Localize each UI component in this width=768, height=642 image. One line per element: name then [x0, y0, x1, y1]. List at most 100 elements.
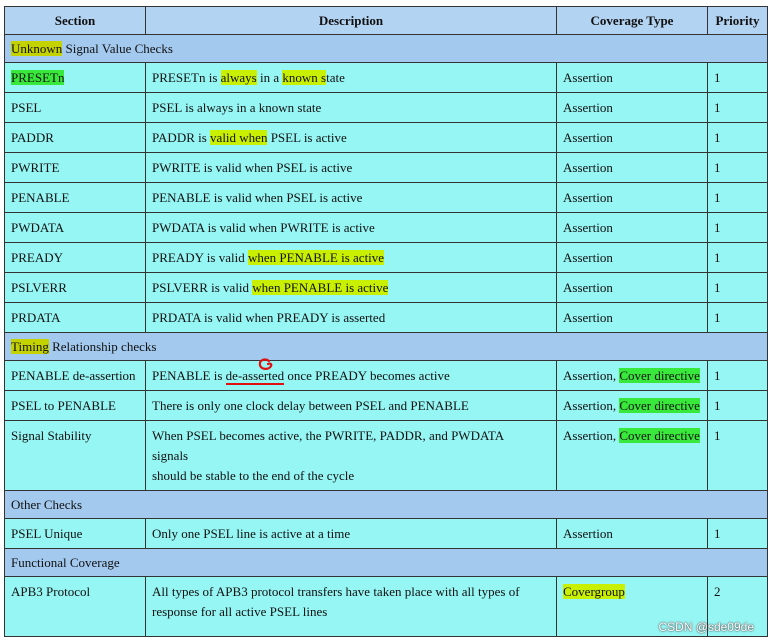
desc-part: PENABLE is	[152, 368, 226, 383]
cell-coverage: Assertion, Cover directive	[556, 360, 708, 391]
table-row-pslverr: PSLVERR PSLVERR is valid when PENABLE is…	[4, 272, 768, 303]
coverage-table: Section Description Coverage Type Priori…	[4, 6, 768, 637]
table-row-presetn: PRESETn PRESETn is always in a known sta…	[4, 62, 768, 93]
table-row-psel-to-penable: PSEL to PENABLE There is only one clock …	[4, 390, 768, 421]
desc-part: PSEL is active	[267, 130, 347, 145]
header-row: Section Description Coverage Type Priori…	[4, 6, 768, 35]
cell-description: PADDR is valid when PSEL is active	[145, 122, 557, 153]
group-row-functional: Functional Coverage	[4, 548, 768, 577]
table-row-penable: PENABLE PENABLE is valid when PSEL is ac…	[4, 182, 768, 213]
table-row-penable-deassertion: PENABLE de-assertion PENABLE is de-asser…	[4, 360, 768, 391]
cell-section: PREADY	[4, 242, 146, 273]
desc-part: PRESETn is	[152, 70, 221, 85]
coverage-part: Assertion,	[563, 368, 620, 383]
red-underline-annotation: de-asserted	[225, 368, 285, 385]
desc-part: PREADY is valid	[152, 250, 248, 265]
cell-priority: 1	[707, 182, 768, 213]
highlight: always	[220, 70, 257, 85]
table-row-psel: PSEL PSEL is always in a known state Ass…	[4, 92, 768, 123]
cell-section: PSEL Unique	[4, 518, 146, 549]
group-label-other: Other Checks	[4, 490, 768, 519]
table-row-paddr: PADDR PADDR is valid when PSEL is active…	[4, 122, 768, 153]
cell-coverage: Assertion	[556, 62, 708, 93]
cell-description: PRESETn is always in a known state	[145, 62, 557, 93]
desc-line: signals	[152, 448, 189, 463]
cell-section: PADDR	[4, 122, 146, 153]
cell-coverage: Assertion	[556, 152, 708, 183]
highlight: Covergroup	[563, 584, 625, 599]
table-row-apb3-protocol: APB3 Protocol All types of APB3 protocol…	[4, 576, 768, 637]
table-row-pwrite: PWRITE PWRITE is valid when PSEL is acti…	[4, 152, 768, 183]
highlight: Unknown	[11, 40, 63, 56]
table-row-pready: PREADY PREADY is valid when PENABLE is a…	[4, 242, 768, 273]
cell-coverage: Assertion	[556, 92, 708, 123]
cell-coverage: Assertion	[556, 302, 708, 333]
cell-description: PRDATA is valid when PREADY is asserted	[145, 302, 557, 333]
cell-section: PSLVERR	[4, 272, 146, 303]
highlight: Cover directive	[619, 368, 700, 383]
cell-description: PREADY is valid when PENABLE is active	[145, 242, 557, 273]
cell-coverage: Assertion	[556, 518, 708, 549]
highlight: Cover directive	[619, 428, 700, 443]
group-label-rest: Relationship checks	[48, 338, 157, 354]
header-priority: Priority	[707, 6, 768, 35]
red-scribble-annotation	[258, 358, 273, 370]
cell-section: PWRITE	[4, 152, 146, 183]
cell-description: There is only one clock delay between PS…	[145, 390, 557, 421]
cell-description: PSLVERR is valid when PENABLE is active	[145, 272, 557, 303]
cell-priority: 1	[707, 122, 768, 153]
cell-section: PENABLE	[4, 182, 146, 213]
cell-section: PRESETn	[4, 62, 146, 93]
highlight: known s	[282, 70, 327, 85]
group-label-functional: Functional Coverage	[4, 548, 768, 577]
header-section: Section	[4, 6, 146, 35]
desc-line: All types of APB3 protocol transfers hav…	[152, 584, 520, 599]
cell-priority: 1	[707, 272, 768, 303]
highlight: Cover directive	[619, 398, 700, 413]
table-row-signal-stability: Signal Stability When PSEL becomes activ…	[4, 420, 768, 491]
cell-section: APB3 Protocol	[4, 576, 146, 637]
cell-description: PENABLE is de-asserted once PREADY becom…	[145, 360, 557, 391]
desc-part: tate	[326, 70, 345, 85]
cell-section: PSEL to PENABLE	[4, 390, 146, 421]
desc-part: PADDR is	[152, 130, 211, 145]
group-row-unknown: Unknown Signal Value Checks	[4, 34, 768, 63]
highlight: Timing	[11, 338, 49, 354]
cell-description: PWDATA is valid when PWRITE is active	[145, 212, 557, 243]
cell-coverage: Assertion	[556, 272, 708, 303]
cell-description: Only one PSEL line is active at a time	[145, 518, 557, 549]
desc-part: PSLVERR is valid	[152, 280, 253, 295]
cell-description: PWRITE is valid when PSEL is active	[145, 152, 557, 183]
coverage-part: Assertion,	[563, 428, 620, 443]
cell-description: When PSEL becomes active, the PWRITE, PA…	[145, 420, 557, 491]
cell-section: PENABLE de-assertion	[4, 360, 146, 391]
header-description: Description	[145, 6, 557, 35]
group-label-rest: Signal Value Checks	[62, 40, 173, 56]
highlight: when PENABLE is active	[247, 250, 385, 265]
group-label-unknown: Unknown Signal Value Checks	[4, 34, 768, 63]
cell-coverage: Assertion	[556, 122, 708, 153]
desc-line: should be stable to the end of the cycle	[152, 468, 355, 483]
cell-priority: 1	[707, 62, 768, 93]
cell-description: PSEL is always in a known state	[145, 92, 557, 123]
cell-section: PSEL	[4, 92, 146, 123]
highlight: PRESETn	[11, 70, 65, 85]
coverage-part: Assertion,	[563, 398, 620, 413]
cell-priority: 1	[707, 212, 768, 243]
cell-coverage: Assertion	[556, 242, 708, 273]
header-coverage-type: Coverage Type	[556, 6, 708, 35]
desc-part: once PREADY becomes active	[284, 368, 450, 383]
group-row-other: Other Checks	[4, 490, 768, 519]
cell-priority: 1	[707, 420, 768, 491]
watermark: CSDN @sde09de	[658, 620, 754, 634]
table-row-psel-unique: PSEL Unique Only one PSEL line is active…	[4, 518, 768, 549]
desc-line: When PSEL becomes active, the PWRITE, PA…	[152, 428, 505, 443]
desc-part: in a	[256, 70, 283, 85]
cell-priority: 1	[707, 242, 768, 273]
highlight: valid when	[210, 130, 268, 145]
cell-priority: 1	[707, 152, 768, 183]
table-row-pwdata: PWDATA PWDATA is valid when PWRITE is ac…	[4, 212, 768, 243]
cell-priority: 1	[707, 390, 768, 421]
cell-coverage: Assertion	[556, 212, 708, 243]
cell-section: PWDATA	[4, 212, 146, 243]
